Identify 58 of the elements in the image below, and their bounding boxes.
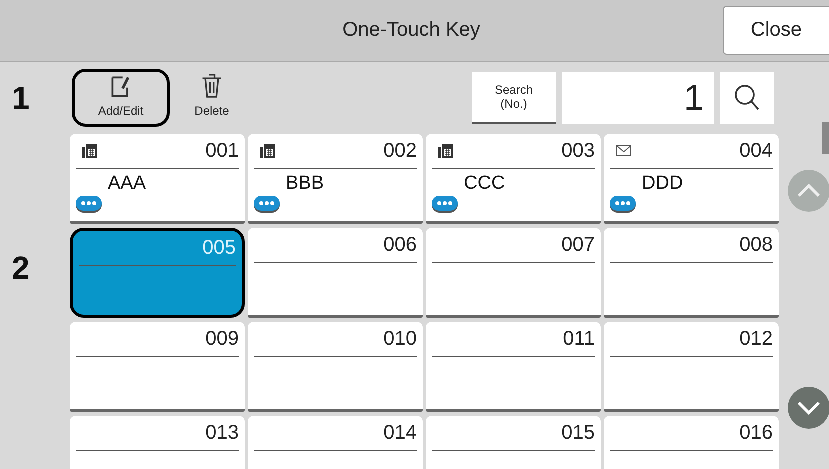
delete-button[interactable]: Delete — [182, 69, 242, 127]
window-title: One-Touch Key — [342, 18, 482, 43]
key-number: 014 — [384, 422, 417, 444]
number-input-field[interactable]: 1 — [562, 72, 714, 124]
key-number: 005 — [202, 236, 236, 260]
fax-icon — [260, 143, 276, 159]
fax-icon — [438, 143, 454, 159]
more-icon — [76, 196, 102, 213]
key-number: 007 — [562, 234, 595, 256]
key-number: 012 — [740, 328, 773, 350]
key-name: AAA — [108, 173, 146, 195]
envelope-icon — [616, 143, 632, 159]
chevron-down-icon — [797, 401, 821, 415]
one-touch-key[interactable]: 006 — [248, 228, 423, 318]
key-number: 002 — [384, 140, 417, 162]
one-touch-key[interactable]: 003 CCC — [426, 134, 601, 224]
key-name: DDD — [642, 173, 684, 195]
one-touch-key[interactable]: 011 — [426, 322, 601, 412]
scroll-down-button[interactable] — [788, 387, 829, 429]
trash-icon — [200, 74, 224, 98]
key-number: 004 — [740, 140, 773, 162]
key-number: 016 — [740, 422, 773, 444]
more-icon — [610, 196, 636, 213]
key-number: 001 — [206, 140, 239, 162]
search-button[interactable] — [720, 72, 774, 124]
key-name: CCC — [464, 173, 506, 195]
key-number: 003 — [562, 140, 595, 162]
one-touch-key[interactable]: 012 — [604, 322, 779, 412]
key-number: 008 — [740, 234, 773, 256]
one-touch-key[interactable]: 004 DDD — [604, 134, 779, 224]
callout-number: 1 — [12, 80, 30, 117]
one-touch-key[interactable]: 008 — [604, 228, 779, 318]
key-number: 009 — [206, 328, 239, 350]
one-touch-key[interactable]: 010 — [248, 322, 423, 412]
key-number: 006 — [384, 234, 417, 256]
scrollbar-thumb[interactable] — [822, 122, 829, 154]
one-touch-key[interactable]: 001 AAA — [70, 134, 245, 224]
edit-button[interactable]: Add/Edit — [72, 69, 170, 127]
search-number-button[interactable]: Search (No.) — [472, 72, 556, 124]
one-touch-key[interactable]: 013 — [70, 416, 245, 469]
callout-number: 2 — [12, 250, 30, 287]
one-touch-key[interactable]: 007 — [426, 228, 601, 318]
key-name: BBB — [286, 173, 324, 195]
fax-icon — [82, 143, 98, 159]
more-icon — [254, 196, 280, 213]
one-touch-key[interactable]: 009 — [70, 322, 245, 412]
one-touch-key[interactable]: 014 — [248, 416, 423, 469]
key-number: 011 — [563, 328, 595, 350]
chevron-up-icon — [797, 184, 821, 198]
one-touch-key[interactable]: 016 — [604, 416, 779, 469]
search-icon — [734, 84, 760, 112]
key-number: 015 — [562, 422, 595, 444]
key-number: 013 — [206, 422, 239, 444]
one-touch-key[interactable]: 015 — [426, 416, 601, 469]
key-number: 010 — [384, 328, 417, 350]
one-touch-key[interactable]: 002 BBB — [248, 134, 423, 224]
close-button[interactable]: Close — [723, 6, 829, 55]
more-icon — [432, 196, 458, 213]
